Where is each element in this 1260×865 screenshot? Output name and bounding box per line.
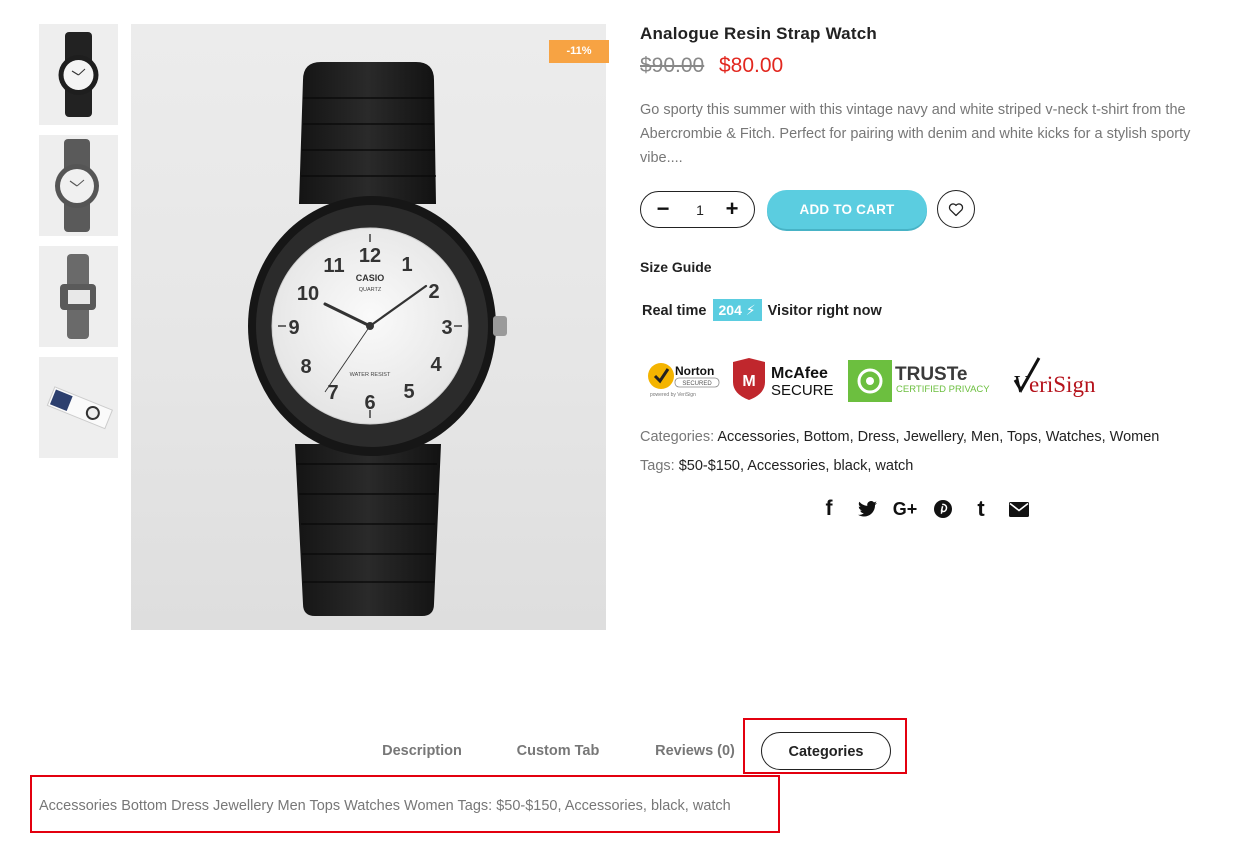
main-product-image[interactable]: 12 1 2 3 4 5 6 7 8 9 10 11 CASIO QUARTZ … (131, 24, 606, 630)
category-link-watches[interactable]: Watches (1046, 429, 1102, 445)
category-link-tops[interactable]: Tops (1007, 429, 1038, 445)
svg-text:10: 10 (297, 283, 319, 305)
tumblr-icon[interactable]: t (962, 496, 1000, 521)
tag-link-watch[interactable]: watch (875, 458, 913, 474)
svg-text:McAfee: McAfee (771, 365, 828, 382)
watch-brand: CASIO (356, 273, 385, 283)
tab-description[interactable]: Description (372, 732, 472, 770)
watch-resist: WATER RESIST (350, 372, 391, 378)
category-link-men[interactable]: Men (971, 429, 999, 445)
heart-icon (948, 203, 964, 217)
watch-model: QUARTZ (359, 287, 382, 293)
facebook-icon[interactable]: f (810, 497, 848, 521)
svg-text:12: 12 (359, 245, 381, 267)
wishlist-button[interactable] (937, 190, 975, 228)
svg-text:11: 11 (323, 255, 344, 277)
social-share: f G+ t (810, 496, 1038, 521)
thumbnail-front[interactable] (39, 24, 118, 125)
svg-text:CERTIFIED PRIVACY: CERTIFIED PRIVACY (896, 384, 990, 395)
product-tags: Tags: $50-$150, Accessories, black, watc… (640, 458, 914, 474)
tab-reviews[interactable]: Reviews (0) (645, 732, 745, 770)
product-title: Analogue Resin Strap Watch (640, 24, 877, 43)
mcafee-badge: M McAfee SECURE (733, 358, 834, 400)
svg-text:5: 5 (403, 381, 414, 403)
pinterest-icon[interactable] (924, 497, 962, 521)
svg-text:SECURED: SECURED (682, 381, 712, 387)
quantity-stepper: − + (640, 191, 755, 228)
sale-badge: -11% (549, 40, 609, 63)
svg-text:4: 4 (430, 354, 442, 376)
svg-text:eriSign: eriSign (1029, 372, 1096, 397)
thumbnail-box[interactable] (39, 357, 118, 458)
product-tabs: Description Custom Tab Reviews (0) Categ… (0, 732, 1260, 772)
email-icon[interactable] (1000, 497, 1038, 521)
category-link-dress[interactable]: Dress (858, 429, 896, 445)
svg-text:9: 9 (288, 317, 299, 339)
svg-text:1: 1 (401, 254, 412, 276)
product-description: Go sporty this summer with this vintage … (640, 102, 1191, 166)
tags-label: Tags: (640, 458, 675, 474)
lightning-icon: ⚡ (745, 302, 756, 318)
tab-custom[interactable]: Custom Tab (508, 732, 608, 770)
size-guide-link[interactable]: Size Guide (640, 259, 712, 275)
svg-text:TRUSTe: TRUSTe (895, 364, 967, 385)
svg-text:3: 3 (441, 317, 452, 339)
svg-text:SECURE: SECURE (771, 382, 834, 399)
price-old: $90.00 (640, 54, 705, 77)
twitter-icon[interactable] (848, 497, 886, 521)
svg-text:2: 2 (428, 281, 439, 303)
thumbnail-angle[interactable] (39, 135, 118, 236)
categories-label: Categories: (640, 429, 715, 445)
quantity-decrease-button[interactable]: − (645, 192, 681, 227)
truste-badge: TRUSTe CERTIFIED PRIVACY (848, 360, 990, 402)
tag-link-price[interactable]: $50-$150 (679, 458, 740, 474)
highlight-box-tab (743, 718, 907, 774)
svg-text:8: 8 (300, 356, 311, 378)
price-new: $80.00 (719, 54, 784, 77)
norton-badge: Norton SECURED powered by VeriSign (648, 363, 720, 398)
tag-link-accessories[interactable]: Accessories (747, 458, 825, 474)
category-link-bottom[interactable]: Bottom (804, 429, 850, 445)
realtime-prefix: Real time (642, 303, 707, 319)
verisign-badge: V eriSign (1013, 357, 1096, 398)
thumbnail-side[interactable] (39, 246, 118, 347)
svg-text:V: V (1013, 372, 1030, 398)
thumbnail-gallery (39, 24, 119, 468)
svg-text:6: 6 (364, 392, 375, 414)
visitor-count: 204 (718, 302, 742, 318)
quantity-increase-button[interactable]: + (714, 192, 750, 227)
realtime-suffix: Visitor right now (767, 303, 882, 319)
add-to-cart-button[interactable]: ADD TO CART (767, 190, 927, 229)
tag-link-black[interactable]: black (833, 458, 867, 474)
svg-text:powered by VeriSign: powered by VeriSign (650, 392, 696, 398)
google-plus-icon[interactable]: G+ (886, 497, 924, 521)
svg-text:Norton: Norton (675, 364, 714, 378)
product-categories: Categories: Accessories, Bottom, Dress, … (640, 429, 1160, 445)
category-link-jewellery[interactable]: Jewellery (904, 429, 963, 445)
realtime-visitors: Real time 204 ⚡ Visitor right now (642, 299, 882, 321)
svg-text:M: M (742, 373, 755, 390)
highlight-box-content (30, 775, 780, 833)
category-link-women[interactable]: Women (1110, 429, 1160, 445)
trust-badges: Norton SECURED powered by VeriSign M McA… (645, 356, 1125, 404)
visitor-count-badge: 204 ⚡ (712, 299, 762, 321)
category-link-accessories[interactable]: Accessories (717, 429, 795, 445)
